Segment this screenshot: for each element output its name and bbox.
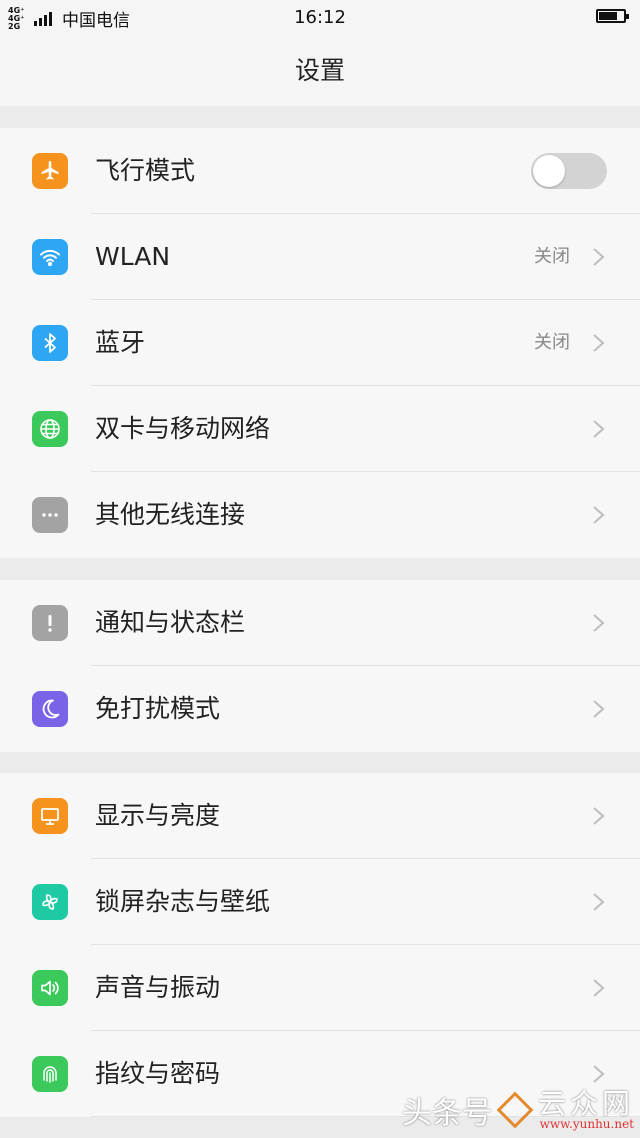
chevron-right-icon — [593, 248, 605, 266]
settings-item-sound-vibration[interactable]: 声音与振动 — [0, 945, 640, 1031]
exclamation-icon — [32, 605, 68, 641]
settings-item-display-brightness[interactable]: 显示与亮度 — [0, 773, 640, 859]
pinwheel-icon — [32, 884, 68, 920]
settings-item-dual-sim-mobile-network[interactable]: 双卡与移动网络 — [0, 386, 640, 472]
settings-item-label: 指纹与密码 — [95, 1059, 221, 1088]
clock: 16:12 — [294, 7, 346, 28]
airplane-mode-toggle[interactable] — [531, 153, 607, 189]
fingerprint-icon — [32, 1056, 68, 1092]
chevron-right-icon — [593, 979, 605, 997]
settings-item-airplane-mode[interactable]: 飞行模式 — [0, 128, 640, 214]
settings-item-label: 双卡与移动网络 — [95, 414, 271, 443]
more-dots-icon — [32, 497, 68, 533]
watermark-site-url: www.yunhu.net — [539, 1117, 634, 1131]
watermark: 头条号 云众网 www.yunhu.net — [402, 1088, 634, 1132]
status-bar: 4G⁺ 4G⁺ 2G 中国电信 16:12 — [0, 0, 640, 36]
settings-item-label: 飞行模式 — [95, 156, 196, 185]
settings-item-label: 其他无线连接 — [95, 500, 246, 529]
page-title: 设置 — [294, 56, 345, 85]
page-header: 设置 — [0, 36, 640, 106]
speaker-icon — [32, 970, 68, 1006]
wifi-icon — [32, 239, 68, 275]
settings-item-lockscreen-wallpaper[interactable]: 锁屏杂志与壁纸 — [0, 859, 640, 945]
settings-group-notifications: 通知与状态栏 免打扰模式 — [0, 580, 640, 752]
settings-item-label: 免打扰模式 — [95, 694, 221, 723]
settings-item-label: 显示与亮度 — [95, 801, 221, 830]
bluetooth-icon — [32, 325, 68, 361]
settings-item-wlan[interactable]: WLAN 关闭 — [0, 214, 640, 300]
settings-item-label: 锁屏杂志与壁纸 — [95, 887, 271, 916]
status-value: 关闭 — [534, 332, 570, 353]
settings-item-label: WLAN — [95, 242, 171, 271]
settings-item-bluetooth[interactable]: 蓝牙 关闭 — [0, 300, 640, 386]
airplane-icon — [32, 153, 68, 189]
chevron-right-icon — [593, 334, 605, 352]
settings-group-personalization: 显示与亮度 锁屏杂志与壁纸 声音与振动 指纹与密码 — [0, 773, 640, 1117]
chevron-right-icon — [593, 420, 605, 438]
settings-item-label: 声音与振动 — [95, 973, 221, 1002]
settings-item-label: 蓝牙 — [95, 328, 146, 357]
watermark-site: 云众网 www.yunhu.net — [537, 1087, 634, 1131]
chevron-right-icon — [593, 700, 605, 718]
moon-icon — [32, 691, 68, 727]
globe-icon — [32, 411, 68, 447]
status-value: 关闭 — [534, 246, 570, 267]
settings-item-label: 通知与状态栏 — [95, 608, 246, 637]
settings-group-connectivity: 飞行模式 WLAN 关闭 蓝牙 关闭 双卡与移动网络 其他无线连接 — [0, 128, 640, 558]
chevron-right-icon — [593, 614, 605, 632]
chevron-right-icon — [593, 1065, 605, 1083]
settings-item-other-wireless[interactable]: 其他无线连接 — [0, 472, 640, 558]
display-icon — [32, 798, 68, 834]
watermark-text: 头条号 — [401, 1096, 492, 1131]
settings-item-do-not-disturb[interactable]: 免打扰模式 — [0, 666, 640, 752]
watermark-site-name: 云众网 — [537, 1087, 634, 1120]
settings-item-notifications-status-bar[interactable]: 通知与状态栏 — [0, 580, 640, 666]
toggle-knob — [533, 155, 565, 187]
battery-icon — [596, 9, 629, 23]
chevron-right-icon — [593, 893, 605, 911]
chevron-right-icon — [593, 807, 605, 825]
chevron-right-icon — [593, 506, 605, 524]
site-logo-icon — [496, 1091, 534, 1129]
